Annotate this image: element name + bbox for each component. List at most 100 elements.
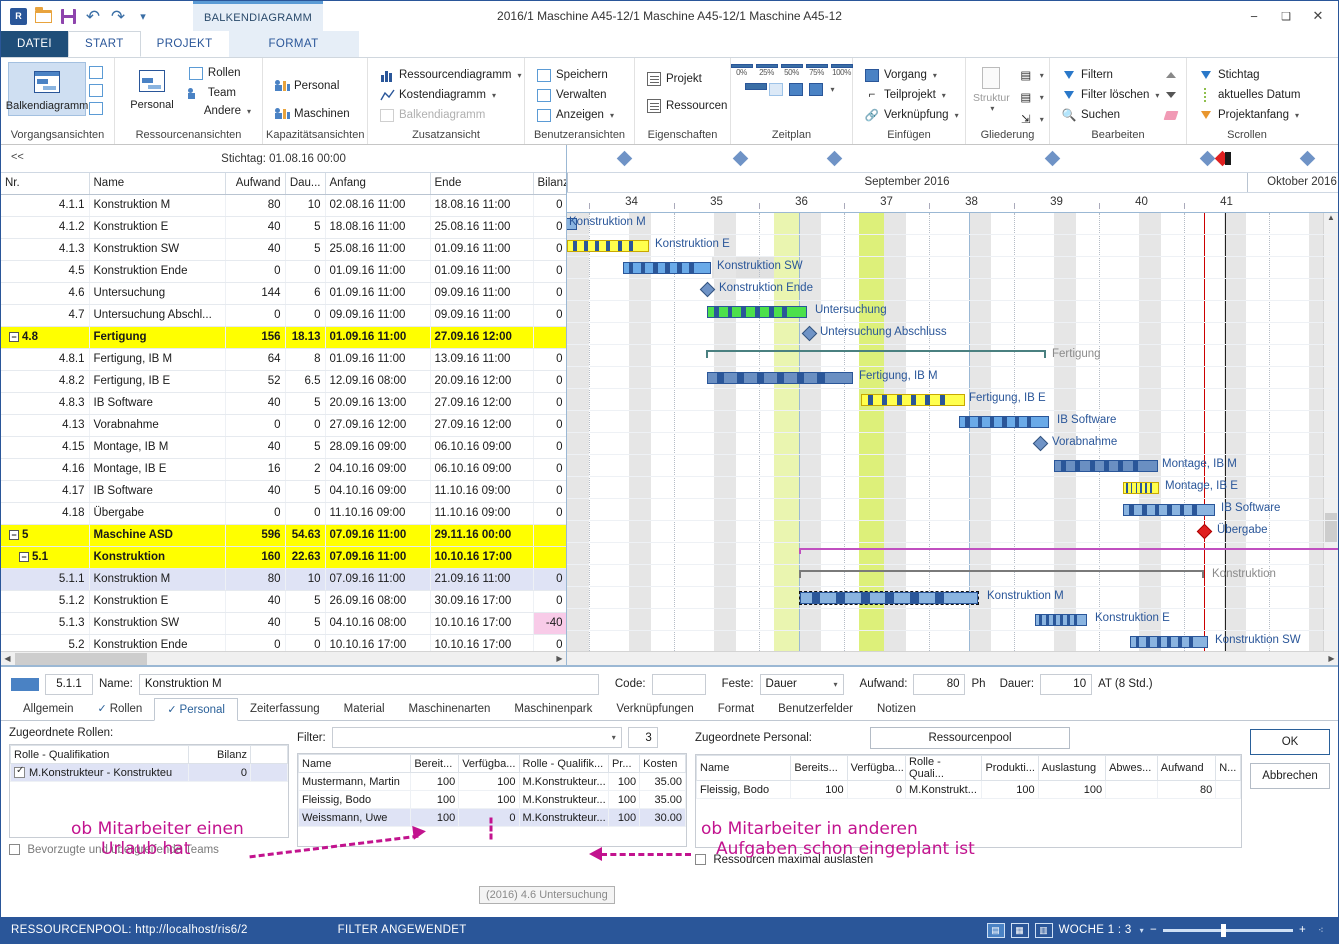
pool-col-1[interactable]: Bereit...	[410, 754, 460, 773]
detail-tab-personal[interactable]: ✓ Personal	[154, 698, 238, 721]
table-row[interactable]: 4.8.3 IB Software 40 5 20.09.16 13:00 27.09.1…	[1, 392, 566, 415]
scroll-right-icon[interactable]: ▶	[553, 654, 566, 663]
assigned-col-4[interactable]: Produkti...	[981, 755, 1039, 781]
table-row[interactable]: 4.5 Konstruktion Ende 0 0 01.09.16 11:00 01.0…	[1, 260, 566, 283]
projektanfang-button[interactable]: Projektanfang ▾	[1194, 106, 1304, 124]
detail-tab-maschinenarten[interactable]: Maschinenarten	[397, 697, 503, 720]
progress-100-button[interactable]: 100%	[830, 64, 853, 77]
balkendiagramm-button[interactable]: Balkendiagramm	[6, 62, 88, 117]
gantt-task-bar[interactable]	[861, 394, 965, 406]
teilprojekt-button[interactable]: ⌐ Teilprojekt ▾	[860, 86, 963, 104]
team-button[interactable]: Team	[184, 84, 255, 102]
aufwand-input[interactable]: 80	[913, 673, 966, 695]
table-row[interactable]: 4.6 Untersuchung 144 6 01.09.16 11:00 09.09.1…	[1, 282, 566, 305]
schedule-forward-icon[interactable]	[745, 81, 768, 97]
filter-select[interactable]: ▾	[331, 727, 622, 748]
aktuelles-datum-button[interactable]: aktuelles Datum	[1194, 86, 1304, 104]
feste-select[interactable]: Dauer ▾	[759, 673, 844, 695]
outline-indent-icon[interactable]: ▤ ▾	[1014, 66, 1048, 84]
col-aufwand[interactable]: Aufwand	[225, 173, 286, 195]
progress-75-button[interactable]: 75%	[805, 64, 828, 77]
expander-icon[interactable]: −	[9, 530, 19, 540]
col-ende[interactable]: Ende	[430, 173, 534, 195]
outline-move-icon[interactable]: ⇲ ▾	[1014, 110, 1048, 128]
rollen-col-empty[interactable]	[250, 745, 288, 764]
assigned-col-3[interactable]: Rolle - Quali...	[905, 755, 983, 781]
schedule-split1-icon[interactable]	[768, 81, 784, 97]
progress-25-button[interactable]: 25%	[755, 64, 778, 77]
task-color-swatch[interactable]	[11, 677, 39, 691]
table-row[interactable]: 4.1.1 Konstruktion M 80 10 02.08.16 11:00 18.…	[1, 194, 566, 217]
gantt-task-bar[interactable]	[1123, 482, 1159, 494]
close-button[interactable]: ✕	[1302, 3, 1334, 29]
view-mode-chart-icon[interactable]: ▥	[1034, 922, 1053, 938]
gantt-task-bar[interactable]	[1130, 636, 1208, 648]
view-mode-gantt-icon[interactable]: ▤	[986, 922, 1005, 938]
zoom-slider[interactable]	[1162, 923, 1293, 937]
detail-tab-allgemein[interactable]: Allgemein	[11, 697, 86, 720]
col-nr[interactable]: Nr.	[1, 173, 90, 195]
ressourcenpool-button[interactable]: Ressourcenpool	[870, 727, 1070, 749]
gantt-task-bar[interactable]	[567, 240, 649, 252]
expander-icon[interactable]: −	[19, 552, 29, 562]
expander-icon[interactable]: −	[9, 332, 19, 342]
filter-loeschen-button[interactable]: Filter löschen ▾	[1057, 86, 1183, 104]
col-bilanz[interactable]: Bilanz	[533, 173, 566, 195]
table-row[interactable]: 4.7 Untersuchung Abschl... 0 0 09.09.16 11:0…	[1, 304, 566, 327]
verknuepfung-button[interactable]: 🔗 Verknüpfung ▾	[860, 106, 963, 124]
view-mode-network-icon[interactable]: ▦	[1010, 922, 1029, 938]
view-tree-icon[interactable]	[88, 82, 104, 98]
maximal-checkbox-row[interactable]: Ressourcen maximal auslasten	[695, 852, 1242, 866]
speichern-button[interactable]: Speichern	[532, 66, 618, 84]
suchen-button[interactable]: 🔍 Suchen	[1057, 106, 1183, 124]
view-network-icon[interactable]	[88, 64, 104, 80]
filter-count[interactable]: 3	[627, 727, 658, 748]
gantt-body[interactable]: ▲ Konstruktion M Konstruktion E Konstrukti…	[567, 213, 1338, 651]
table-row[interactable]: 4.13 Vorabnahme 0 0 27.09.16 12:00 27.09.16 1…	[1, 414, 566, 437]
table-row[interactable]: Mustermann, Martin 100 100 M.Konstrukteur..…	[298, 772, 686, 791]
tab-datei[interactable]: DATEI	[1, 31, 69, 57]
table-row[interactable]: 5.1.3 Konstruktion SW 40 5 04.10.16 08:00 10.…	[1, 612, 566, 635]
collapse-grid-button[interactable]: <<	[7, 149, 1336, 165]
zoom-slider-thumb[interactable]	[1220, 923, 1226, 937]
col-dauer[interactable]: Dau...	[285, 173, 326, 195]
task-id-field[interactable]: 5.1.1	[45, 673, 93, 695]
outline-outdent-icon[interactable]: ▤ ▾	[1014, 88, 1048, 106]
assigned-col-1[interactable]: Bereits...	[790, 755, 848, 781]
table-row[interactable]: 4.18 Übergabe 0 0 11.10.16 09:00 11.10.16 09:…	[1, 502, 566, 525]
tab-format[interactable]: FORMAT	[228, 31, 359, 57]
assigned-col-5[interactable]: Auslastung	[1037, 755, 1107, 781]
scroll-up-icon[interactable]	[1163, 67, 1179, 83]
gantt-summary-bar[interactable]	[799, 570, 1204, 578]
minimize-button[interactable]: −	[1238, 3, 1270, 29]
grid-horizontal-scrollbar[interactable]: ◀ ▶	[1, 651, 566, 665]
scroll-left-icon[interactable]: ◀	[1, 654, 14, 663]
ok-button[interactable]: OK	[1250, 729, 1330, 755]
table-row[interactable]: 5.1.1 Konstruktion M 80 10 07.09.16 11:00 21.…	[1, 568, 566, 591]
pool-col-4[interactable]: Pr...	[607, 754, 641, 773]
assigned-col-8[interactable]: N...	[1215, 755, 1241, 781]
andere-button[interactable]: Andere ▾	[184, 104, 255, 118]
table-row[interactable]: −5 Maschine ASD 596 54.63 07.09.16 11:00 29.1…	[1, 524, 566, 547]
task-name-input[interactable]: Konstruktion M	[138, 673, 599, 695]
stichtag-button[interactable]: Stichtag	[1194, 66, 1304, 84]
rollen-col-bilanz[interactable]: Bilanz	[188, 745, 251, 764]
dauer-input[interactable]: 10	[1040, 673, 1093, 695]
table-row[interactable]: Fleissig, Bodo 100 0 M.Konstrukt... 100 100 80	[696, 780, 1241, 799]
grid-scroll-thumb[interactable]	[15, 652, 147, 665]
gantt-task-bar[interactable]	[799, 591, 979, 605]
gantt-task-bar[interactable]	[1054, 460, 1158, 472]
chevron-down-icon[interactable]: ▾	[1140, 926, 1144, 935]
maschinen-button[interactable]: Maschinen	[270, 105, 354, 123]
code-input[interactable]	[651, 673, 706, 695]
col-name[interactable]: Name	[89, 173, 226, 195]
progress-50-button[interactable]: 50%	[780, 64, 803, 77]
pool-col-3[interactable]: Rolle - Qualifik...	[518, 754, 609, 773]
gantt-task-bar[interactable]	[1123, 504, 1215, 516]
schedule-split3-icon[interactable]	[808, 81, 824, 97]
table-row[interactable]: −5.1 Konstruktion 160 22.63 07.09.16 11:00 10…	[1, 546, 566, 569]
rollen-button[interactable]: Rollen	[184, 64, 255, 82]
schedule-split2-icon[interactable]	[788, 81, 804, 97]
ressourcen-button[interactable]: Ressourcen	[642, 97, 731, 115]
detail-tab-maschinenpark[interactable]: Maschinenpark	[502, 697, 604, 720]
